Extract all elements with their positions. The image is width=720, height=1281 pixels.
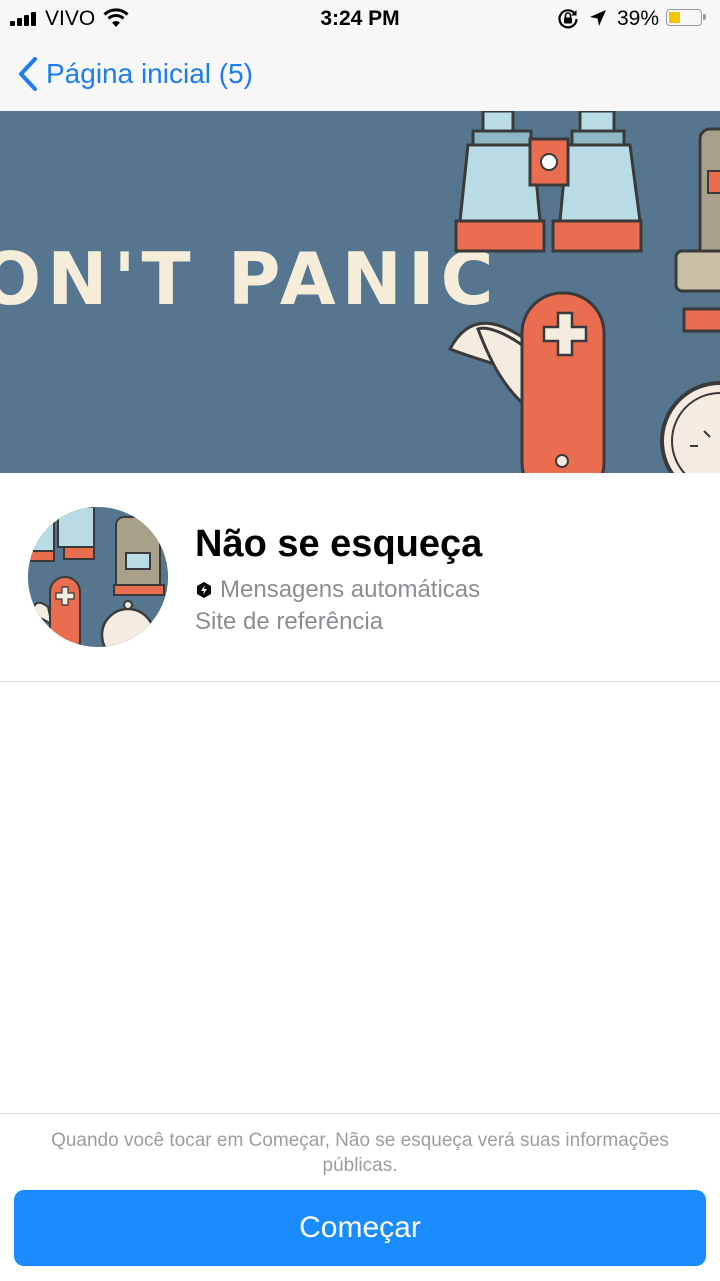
swiss-knife-icon	[447, 291, 606, 473]
page-title: Não se esqueça	[195, 523, 483, 565]
cover-illustration	[447, 111, 720, 473]
battery-percent: 39%	[617, 7, 660, 30]
location-arrow-icon	[590, 10, 606, 26]
page-profile: Não se esqueça Mensagens automáticas Sit…	[0, 473, 720, 682]
privacy-disclaimer: Quando você tocar em Começar, Não se esq…	[51, 1130, 669, 1176]
nav-bar: Página inicial (5)	[0, 38, 720, 111]
get-started-button[interactable]: Começar	[14, 1190, 706, 1266]
page-avatar[interactable]	[28, 507, 168, 647]
avatar-illustration	[28, 507, 168, 647]
status-time: 3:24 PM	[320, 7, 400, 30]
compass-icon	[660, 381, 720, 473]
page-category: Mensagens automáticas	[195, 576, 480, 604]
page-category-label: Mensagens automáticas	[220, 576, 481, 603]
battery-fill	[669, 12, 680, 23]
binoculars-icon	[454, 111, 643, 253]
backpack-icon	[674, 127, 720, 333]
cover-photo: ON'T PANIC	[0, 111, 720, 473]
battery-icon	[666, 9, 706, 26]
automation-badge-icon	[197, 582, 211, 598]
orientation-lock-icon	[558, 9, 578, 29]
page-subtitle: Site de referência	[195, 608, 384, 635]
back-button[interactable]: Página inicial (5)	[18, 54, 253, 94]
footer: Quando você tocar em Começar, Não se esq…	[0, 1113, 720, 1281]
chevron-left-icon	[19, 57, 37, 91]
back-button-label: Página inicial (5)	[46, 58, 253, 89]
status-bar: VIVO 3:24 PM 39%	[0, 0, 720, 38]
